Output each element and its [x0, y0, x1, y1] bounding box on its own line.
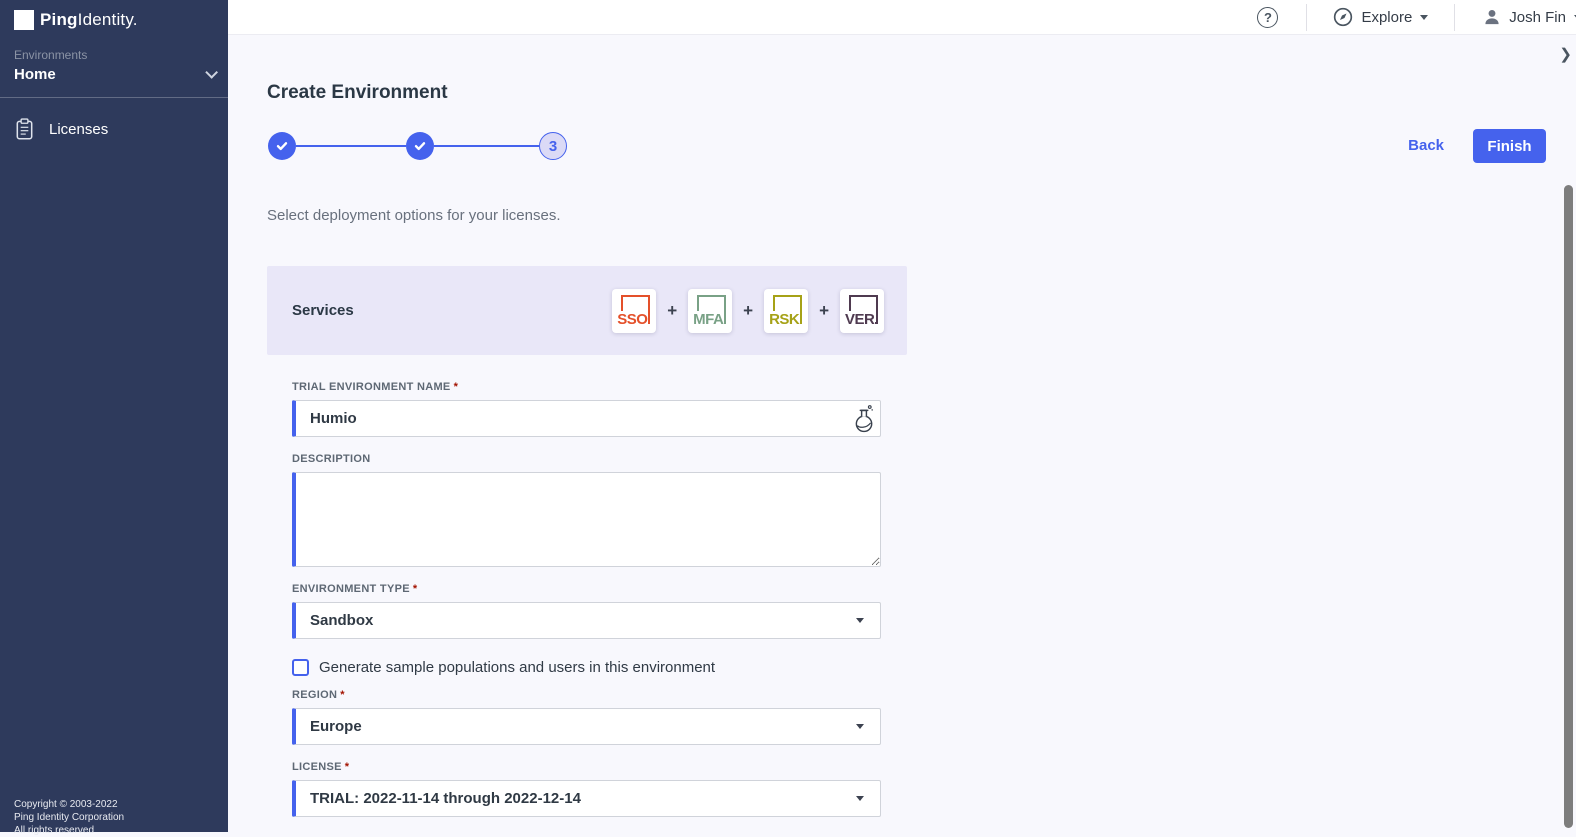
- license-label: LICENSE: [292, 761, 342, 773]
- explore-label: Explore: [1361, 9, 1412, 26]
- services-icon-row: SSO + MFA + RSK + VER: [612, 289, 884, 333]
- field-label: ENVIRONMENT TYPE*: [292, 583, 881, 596]
- environment-type-group: ENVIRONMENT TYPE* Sandbox: [292, 583, 881, 639]
- copyright-line: Ping Identity Corporation: [14, 811, 124, 824]
- back-button[interactable]: Back: [1408, 129, 1444, 163]
- copyright: Copyright © 2003-2022 Ping Identity Corp…: [14, 798, 124, 837]
- finish-button[interactable]: Finish: [1473, 129, 1546, 163]
- page-title: Create Environment: [267, 82, 448, 104]
- compass-icon: [1333, 7, 1353, 27]
- wizard-stepper: 3: [268, 132, 567, 160]
- service-code: RSK: [768, 311, 800, 328]
- user-name: Josh Fin: [1509, 9, 1566, 26]
- license-value: TRIAL: 2022-11-14 through 2022-12-14: [310, 790, 581, 807]
- region-value: Europe: [310, 718, 362, 735]
- environments-label: Environments: [14, 48, 214, 62]
- service-sso-icon: SSO: [612, 289, 656, 333]
- logo-text-regular: Identity.: [78, 10, 138, 29]
- plus-separator: +: [818, 301, 830, 321]
- caret-down-icon: [856, 796, 864, 801]
- ping-logo-mark-icon: [14, 10, 34, 30]
- services-banner: Services SSO + MFA + RSK + VER: [267, 266, 907, 355]
- current-environment-name: Home: [14, 66, 56, 83]
- vertical-scrollbar[interactable]: [1564, 185, 1573, 828]
- person-icon: [1483, 8, 1501, 26]
- user-menu[interactable]: Josh Fin: [1455, 8, 1576, 26]
- field-label: DESCRIPTION: [292, 453, 881, 466]
- description-group: DESCRIPTION: [292, 453, 881, 567]
- description-label: DESCRIPTION: [292, 453, 370, 465]
- environment-type-label: ENVIRONMENT TYPE: [292, 583, 410, 595]
- field-label: REGION*: [292, 689, 881, 702]
- caret-down-icon: [856, 618, 864, 623]
- service-code: SSO: [616, 311, 648, 328]
- environment-type-select[interactable]: Sandbox: [292, 602, 881, 639]
- check-icon: [412, 138, 428, 154]
- collapse-panel-icon[interactable]: ❯: [1559, 45, 1572, 63]
- logo-text-bold: Ping: [40, 10, 78, 29]
- top-bar: ? Explore Josh Fin: [228, 0, 1576, 35]
- trial-environment-name-label: TRIAL ENVIRONMENT NAME: [292, 381, 451, 393]
- stepper-connector: [296, 145, 406, 147]
- environment-type-value: Sandbox: [310, 612, 373, 629]
- sample-populations-label: Generate sample populations and users in…: [319, 659, 715, 676]
- service-mfa-icon: MFA: [688, 289, 732, 333]
- chevron-down-icon: [205, 66, 218, 79]
- sample-populations-checkbox[interactable]: [292, 659, 309, 676]
- step-3-current[interactable]: 3: [539, 132, 567, 160]
- region-group: REGION* Europe: [292, 689, 881, 745]
- sidebar-item-licenses[interactable]: Licenses: [0, 98, 228, 160]
- sidebar: PingIdentity. Environments Home Licenses…: [0, 0, 228, 832]
- copyright-line: Copyright © 2003-2022: [14, 798, 124, 811]
- region-select[interactable]: Europe: [292, 708, 881, 745]
- step-description: Select deployment options for your licen…: [267, 207, 561, 224]
- services-title: Services: [292, 302, 354, 319]
- sample-populations-row: Generate sample populations and users in…: [292, 659, 881, 676]
- caret-down-icon: [856, 724, 864, 729]
- clipboard-icon: [16, 118, 33, 140]
- environment-form: TRIAL ENVIRONMENT NAME* DESCRIPTION ENVI…: [292, 381, 881, 833]
- license-select[interactable]: TRIAL: 2022-11-14 through 2022-12-14: [292, 780, 881, 817]
- field-label: TRIAL ENVIRONMENT NAME*: [292, 381, 881, 394]
- trial-environment-name-group: TRIAL ENVIRONMENT NAME*: [292, 381, 881, 437]
- service-code: VER: [844, 311, 875, 328]
- flask-icon: [853, 404, 876, 434]
- help-icon[interactable]: ?: [1257, 7, 1278, 28]
- service-verify-icon: VER: [840, 289, 884, 333]
- plus-separator: +: [742, 301, 754, 321]
- caret-down-icon: [1420, 15, 1428, 20]
- check-icon: [274, 138, 290, 154]
- plus-separator: +: [666, 301, 678, 321]
- required-marker: *: [345, 761, 350, 773]
- required-marker: *: [413, 583, 418, 595]
- ping-identity-logo: PingIdentity.: [0, 0, 228, 30]
- ping-logo-text: PingIdentity.: [40, 10, 138, 30]
- environment-switcher[interactable]: Environments Home: [0, 30, 228, 83]
- field-label: LICENSE*: [292, 761, 881, 774]
- copyright-line: All rights reserved: [14, 824, 124, 837]
- trial-environment-name-input[interactable]: [292, 400, 881, 437]
- service-code: MFA: [692, 311, 724, 328]
- required-marker: *: [340, 689, 345, 701]
- sidebar-item-label: Licenses: [49, 121, 108, 138]
- explore-menu[interactable]: Explore: [1307, 7, 1454, 27]
- step-1-complete[interactable]: [268, 132, 296, 160]
- region-label: REGION: [292, 689, 337, 701]
- service-risk-icon: RSK: [764, 289, 808, 333]
- main-content: ❯ Create Environment 3 Back Finish Selec…: [228, 35, 1576, 832]
- required-marker: *: [454, 381, 459, 393]
- description-textarea[interactable]: [292, 472, 881, 567]
- stepper-connector: [434, 145, 539, 147]
- license-group: LICENSE* TRIAL: 2022-11-14 through 2022-…: [292, 761, 881, 817]
- step-2-complete[interactable]: [406, 132, 434, 160]
